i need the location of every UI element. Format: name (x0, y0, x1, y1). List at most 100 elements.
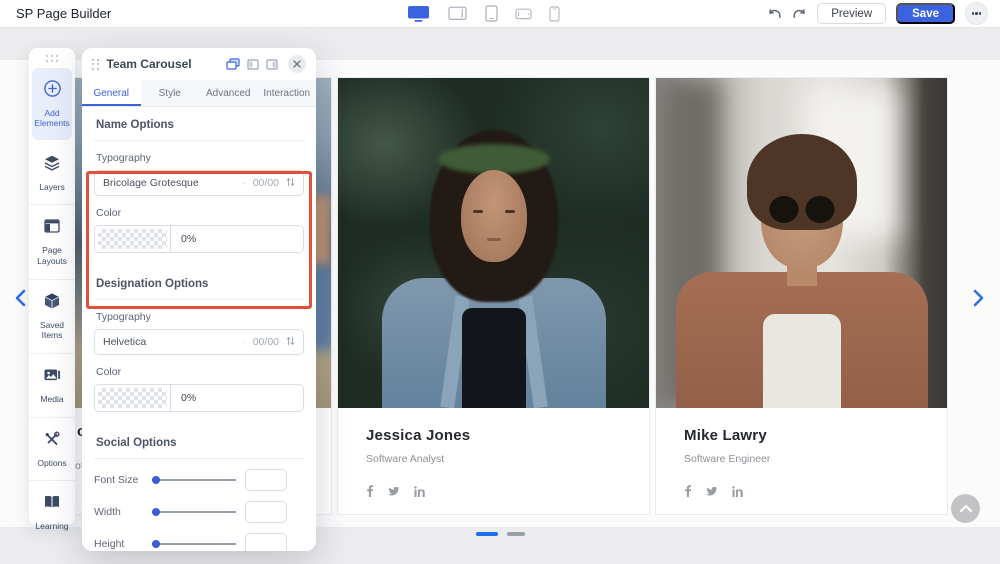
team-photo-jessica (338, 78, 649, 408)
opacity-value[interactable]: 0% (171, 385, 303, 411)
font-size-row: Font Size (94, 469, 304, 491)
top-toolbar: SP Page Builder (0, 0, 1000, 28)
facebook-icon[interactable] (366, 485, 374, 497)
member-role: Software Engineer (684, 453, 947, 465)
dock-right-icon[interactable] (266, 59, 278, 70)
media-icon (43, 366, 61, 389)
panel-title: Team Carousel (107, 57, 227, 71)
name-color-field: 0% (94, 225, 304, 253)
member-name: Mike Lawry (684, 427, 947, 444)
team-photo-mike (656, 78, 947, 408)
page-layout-icon (43, 217, 61, 240)
app-title: SP Page Builder (16, 0, 111, 27)
social-links (684, 485, 947, 497)
sidebar-item-learning[interactable]: Learning (29, 481, 75, 544)
facebook-icon[interactable] (684, 485, 692, 497)
slider-label: Font Size (94, 474, 152, 486)
float-window-icon[interactable] (226, 58, 240, 70)
linkedin-icon[interactable] (414, 486, 425, 497)
font-family-value: Bricolage Grotesque (103, 177, 242, 189)
save-button[interactable]: Save (896, 3, 955, 24)
tab-general[interactable]: General (82, 80, 141, 106)
sidebar-item-layers[interactable]: Layers (29, 142, 75, 206)
panel-drag-handle-icon[interactable] (92, 59, 99, 70)
team-card-mike: Mike Lawry Software Engineer (655, 77, 948, 515)
height-row: Height (94, 533, 304, 551)
tools-icon (43, 430, 61, 453)
card-info: Jessica Jones Software Analyst (338, 408, 649, 514)
desktop-view-icon[interactable] (407, 5, 431, 22)
slider-handle[interactable] (152, 540, 160, 548)
pagination-dash[interactable] (507, 532, 525, 536)
book-icon (43, 493, 61, 516)
typography-label: Typography (96, 152, 302, 164)
linkedin-icon[interactable] (732, 486, 743, 497)
card-info: Mike Lawry Software Engineer (656, 408, 947, 514)
font-variant-value: 00/00 (253, 336, 279, 348)
designation-typography-select[interactable]: Helvetica · 00/00 (94, 329, 304, 355)
panel-tabs: General Style Advanced Interaction (82, 80, 316, 107)
swap-arrows-icon (286, 177, 295, 190)
close-icon[interactable] (288, 55, 306, 73)
mobile-portrait-view-icon[interactable] (549, 6, 560, 22)
width-row: Width (94, 501, 304, 523)
height-input[interactable] (245, 533, 287, 551)
font-family-value: Helvetica (103, 336, 242, 348)
font-size-input[interactable] (245, 469, 287, 491)
twitter-icon[interactable] (706, 486, 718, 497)
color-label: Color (96, 207, 302, 219)
carousel-prev-button[interactable] (9, 286, 31, 310)
tab-interaction[interactable]: Interaction (258, 80, 317, 106)
scroll-to-top-button[interactable] (951, 494, 980, 523)
opacity-value[interactable]: 0% (171, 226, 303, 252)
font-variant-value: 00/00 (253, 177, 279, 189)
dock-left-icon[interactable] (247, 59, 259, 70)
color-swatch[interactable] (95, 226, 171, 252)
sidebar-drag-handle-icon[interactable] (29, 48, 75, 66)
tab-advanced[interactable]: Advanced (199, 80, 258, 106)
width-slider[interactable] (152, 511, 236, 513)
panel-body: Name Options Typography Bricolage Grotes… (82, 107, 316, 551)
separator-dot: · (242, 177, 246, 189)
sidebar-item-saved-items[interactable]: Saved Items (29, 280, 75, 354)
pagination-dash-active[interactable] (476, 532, 498, 536)
addon-settings-panel: Team Carousel General Style Advanced (82, 48, 316, 551)
layers-icon (43, 154, 61, 177)
mobile-landscape-view-icon[interactable] (515, 8, 532, 20)
redo-icon[interactable] (792, 7, 807, 20)
preview-button[interactable]: Preview (817, 3, 886, 24)
separator-dot: · (242, 336, 246, 348)
slider-handle[interactable] (152, 476, 160, 484)
color-label: Color (96, 366, 302, 378)
designation-color-field: 0% (94, 384, 304, 412)
color-swatch[interactable] (95, 385, 171, 411)
more-options-icon[interactable] (965, 2, 988, 25)
height-slider[interactable] (152, 543, 236, 545)
carousel-next-button[interactable] (967, 286, 989, 310)
tablet-landscape-view-icon[interactable] (448, 6, 468, 21)
sidebar-item-options[interactable]: Options (29, 418, 75, 482)
typography-label: Typography (96, 311, 302, 323)
member-role: Software Analyst (366, 453, 649, 465)
name-typography-select[interactable]: Bricolage Grotesque · 00/00 (94, 170, 304, 196)
panel-window-controls (226, 55, 306, 73)
font-size-slider[interactable] (152, 479, 236, 481)
tab-style[interactable]: Style (141, 80, 200, 106)
sidebar-item-page-layouts[interactable]: Page Layouts (29, 205, 75, 279)
panel-header: Team Carousel (82, 48, 316, 80)
tablet-portrait-view-icon[interactable] (485, 5, 498, 22)
team-card-jessica: Jessica Jones Software Analyst (337, 77, 650, 515)
sidebar-item-add-elements[interactable]: Add Elements (32, 68, 72, 140)
slider-handle[interactable] (152, 508, 160, 516)
section-heading-name-options: Name Options (94, 107, 304, 141)
slider-label: Width (94, 506, 152, 518)
responsive-device-switcher (407, 0, 560, 27)
builder-sidebar: Add Elements Layers Page Layouts Saved I… (29, 48, 75, 525)
undo-icon[interactable] (767, 7, 782, 20)
width-input[interactable] (245, 501, 287, 523)
twitter-icon[interactable] (388, 486, 400, 497)
section-heading-designation-options: Designation Options (94, 266, 304, 300)
sidebar-item-media[interactable]: Media (29, 354, 75, 418)
plus-circle-icon (43, 79, 62, 103)
social-links (366, 485, 649, 497)
